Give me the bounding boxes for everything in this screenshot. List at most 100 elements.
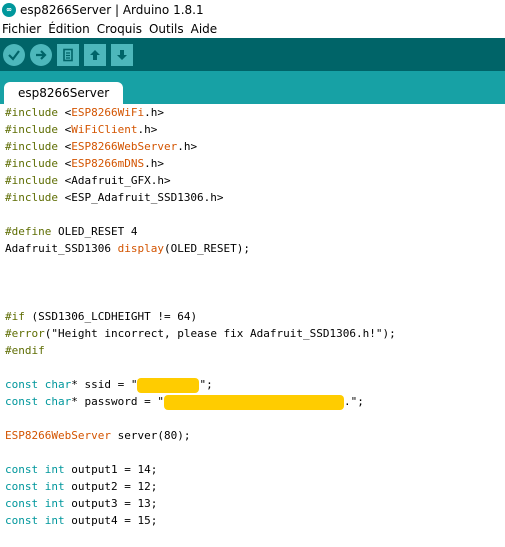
code-token: ESP8266WebServer (5, 429, 111, 442)
new-button[interactable] (57, 43, 79, 66)
code-token: ESP8266mDNS (71, 157, 145, 170)
code-token: .h> (144, 106, 164, 119)
code-line: const int output1 = 14; (0, 461, 505, 478)
code-line: const char* password = " ."; (0, 393, 505, 410)
code-line: #include <ESP8266mDNS.h> (0, 155, 505, 172)
arduino-ide-window: ∞ esp8266Server | Arduino 1.8.1 Fichier … (0, 0, 505, 547)
code-token: OLED_RESET 4 (51, 225, 138, 238)
code-token: const (5, 480, 39, 493)
menu-bar: Fichier Édition Croquis Outils Aide (0, 20, 505, 38)
code-token: #error (5, 327, 45, 340)
code-editor[interactable]: #include <ESP8266WiFi.h> #include <WiFiC… (0, 104, 505, 547)
menu-croquis[interactable]: Croquis (97, 22, 142, 36)
code-token: * ssid = " (71, 378, 138, 391)
verify-button[interactable] (3, 43, 25, 66)
code-token: #include (5, 106, 58, 119)
code-line: #include <Adafruit_GFX.h> (0, 172, 505, 189)
document-icon (63, 48, 73, 61)
code-line: #endif (0, 342, 505, 359)
code-line: Adafruit_SSD1306 display(OLED_RESET); (0, 240, 505, 257)
check-icon (8, 49, 20, 61)
arrow-down-icon (117, 49, 127, 60)
code-token: server(80); (110, 429, 191, 442)
tab-esp8266server[interactable]: esp8266Server (4, 82, 124, 104)
code-token: const (5, 378, 39, 391)
arrow-right-icon (36, 49, 47, 60)
arrow-up-icon (90, 49, 100, 60)
code-token: output2 = 12; (64, 480, 158, 493)
code-token: output3 = 13; (64, 497, 158, 510)
code-token: char (44, 378, 72, 391)
code-token: const (5, 463, 39, 476)
code-token: output4 = 15; (64, 514, 158, 527)
code-line: const int output2 = 12; (0, 478, 505, 495)
window-title: esp8266Server | Arduino 1.8.1 (20, 3, 204, 17)
code-token: < (57, 157, 72, 170)
code-token: #include (5, 157, 58, 170)
code-token: int (44, 480, 65, 493)
menu-aide[interactable]: Aide (191, 22, 218, 36)
code-token: #include (5, 191, 58, 204)
code-token: ESP8266WiFi (71, 106, 145, 119)
code-token: (SSD1306_LCDHEIGHT != 64) (24, 310, 198, 323)
code-line: const char* ssid = " "; (0, 376, 505, 393)
code-token: int (44, 514, 65, 527)
code-token: ESP8266WebServer (71, 140, 178, 153)
tab-strip: esp8266Server (0, 71, 505, 104)
code-line: #define OLED_RESET 4 (0, 223, 505, 240)
menu-edition[interactable]: Édition (48, 22, 90, 36)
code-line: #include <ESP8266WebServer.h> (0, 138, 505, 155)
toolbar (0, 38, 505, 71)
code-line: ESP8266WebServer server(80); (0, 427, 505, 444)
menu-fichier[interactable]: Fichier (2, 22, 41, 36)
code-token: Adafruit_SSD1306 (5, 242, 118, 255)
code-token: .h> (137, 123, 158, 136)
redacted-password (163, 394, 344, 410)
code-token: < (57, 106, 72, 119)
code-line: const int output3 = 13; (0, 495, 505, 512)
code-token: int (44, 463, 65, 476)
code-token: * password = " (71, 395, 164, 408)
code-line: #include <ESP8266WiFi.h> (0, 104, 505, 121)
code-token: WiFiClient (71, 123, 138, 136)
code-token: <Adafruit_GFX.h> (57, 174, 171, 187)
code-line: #if (SSD1306_LCDHEIGHT != 64) (0, 308, 505, 325)
code-token: #define (5, 225, 52, 238)
code-token: .h> (177, 140, 198, 153)
code-token: ."; (343, 395, 364, 408)
code-token: < (57, 140, 72, 153)
code-token: #include (5, 174, 58, 187)
code-token: "; (199, 378, 213, 391)
code-line: #include <ESP_Adafruit_SSD1306.h> (0, 189, 505, 206)
code-token: #include (5, 123, 58, 136)
code-token: const (5, 497, 39, 510)
menu-outils[interactable]: Outils (149, 22, 184, 36)
code-token: char (44, 395, 72, 408)
save-button[interactable] (111, 43, 133, 66)
arduino-logo-icon: ∞ (2, 3, 16, 17)
code-token: #include (5, 140, 58, 153)
code-line: #include <WiFiClient.h> (0, 121, 505, 138)
redacted-ssid (137, 377, 200, 393)
code-token: ("Height incorrect, please fix Adafruit_… (44, 327, 396, 340)
open-button[interactable] (84, 43, 106, 66)
code-token: #endif (5, 344, 45, 357)
code-token: output1 = 14; (64, 463, 158, 476)
code-token: int (44, 497, 65, 510)
title-bar: ∞ esp8266Server | Arduino 1.8.1 (0, 0, 505, 20)
upload-button[interactable] (30, 43, 52, 66)
code-line: #error("Height incorrect, please fix Ada… (0, 325, 505, 342)
